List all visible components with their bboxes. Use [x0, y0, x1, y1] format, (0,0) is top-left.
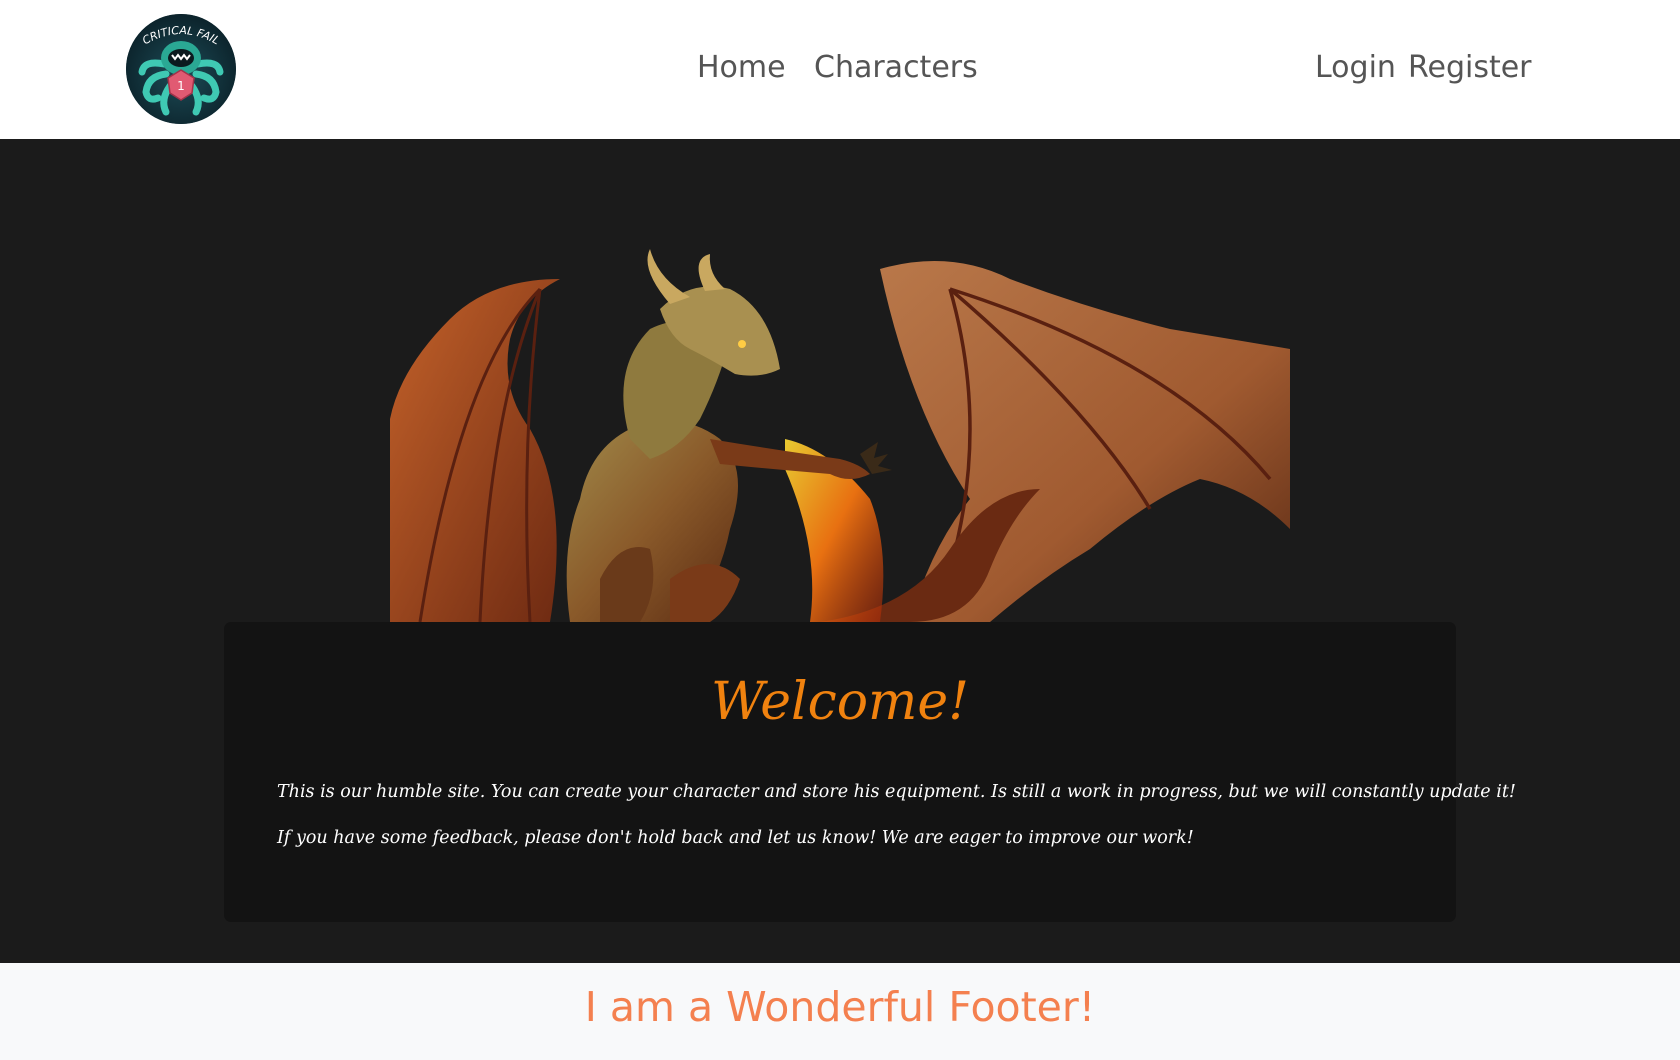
main-content: Welcome! This is our humble site. You ca… [0, 139, 1680, 963]
navbar: 1 CRITICAL FAIL Home Characters Login Re… [0, 0, 1680, 139]
dragon-illustration-icon [390, 249, 1290, 623]
welcome-card: Welcome! This is our humble site. You ca… [224, 622, 1516, 922]
nav-home-link[interactable]: Home [697, 50, 786, 85]
nav-register-link[interactable]: Register [1408, 50, 1532, 85]
octopus-dice-logo-icon: 1 CRITICAL FAIL [126, 14, 236, 124]
welcome-paragraph-2: If you have some feedback, please don't … [277, 828, 1194, 848]
footer-text: I am a Wonderful Footer! [584, 983, 1096, 1031]
dragon-hero-image [390, 249, 1290, 623]
svg-text:1: 1 [177, 79, 185, 93]
nav-characters-link[interactable]: Characters [814, 50, 978, 85]
welcome-paragraph-1: This is our humble site. You can create … [277, 782, 1516, 802]
footer: I am a Wonderful Footer! [0, 963, 1680, 1060]
welcome-title: Welcome! [710, 672, 970, 732]
nav-login-link[interactable]: Login [1315, 50, 1396, 85]
site-logo[interactable]: 1 CRITICAL FAIL [126, 14, 236, 124]
